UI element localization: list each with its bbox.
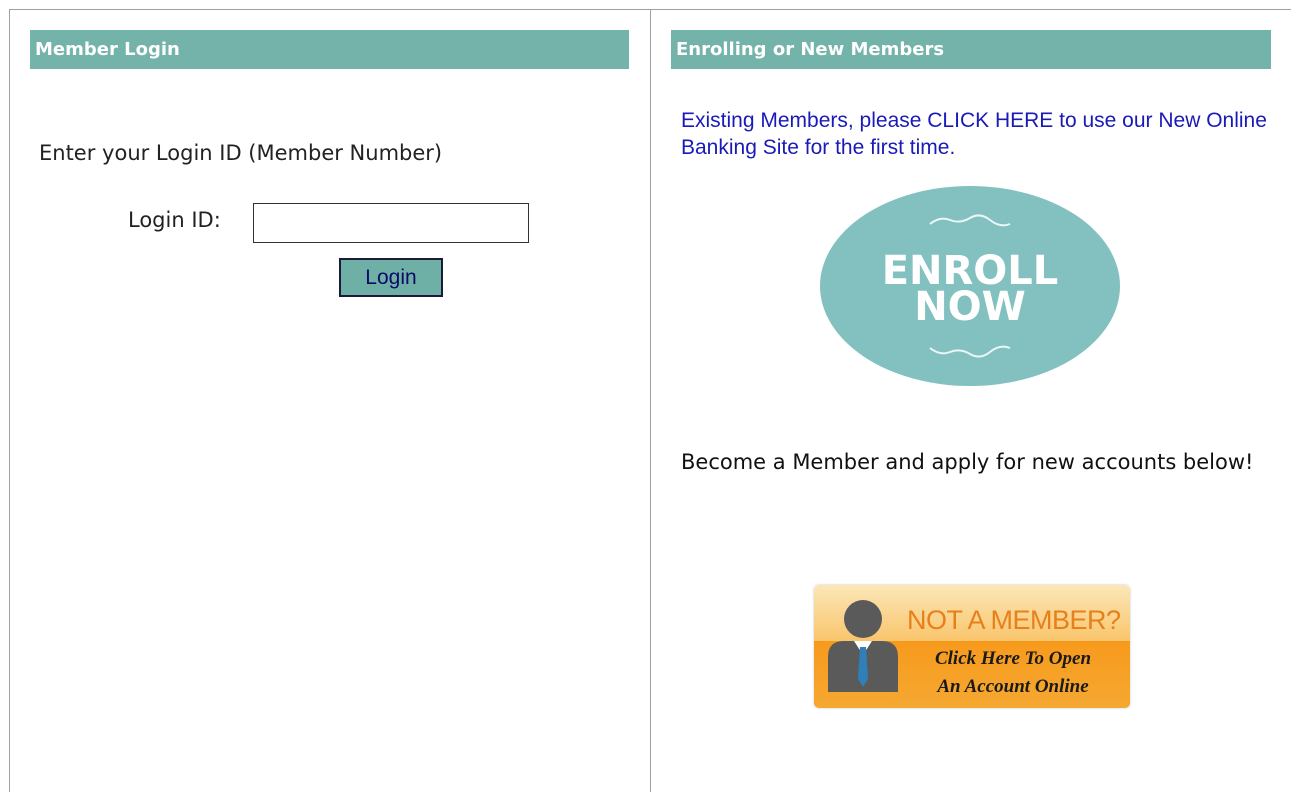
subtitle-line-1: Click Here To Open	[934, 648, 1092, 669]
login-button[interactable]: Login	[339, 258, 443, 297]
now-text: NOW	[914, 284, 1026, 330]
become-member-text: Become a Member and apply for new accoun…	[681, 450, 1254, 474]
login-id-label: Login ID:	[128, 208, 221, 232]
login-instruction: Enter your Login ID (Member Number)	[39, 141, 443, 165]
enrolling-header: Enrolling or New Members	[671, 30, 1271, 69]
enroll-now-graphic: ENROLL NOW	[820, 186, 1120, 386]
not-a-member-button[interactable]: NOT A MEMBER? Click Here To Open An Acco…	[814, 585, 1130, 708]
login-id-input[interactable]	[253, 203, 529, 243]
column-divider	[650, 9, 651, 792]
not-a-member-title: NOT A MEMBER?	[907, 605, 1121, 635]
member-login-header: Member Login	[30, 30, 629, 69]
open-account-subtitle: Click Here To Open An Account Online	[904, 645, 1122, 701]
person-icon	[828, 600, 898, 692]
subtitle-line-2: An Account Online	[937, 676, 1089, 697]
existing-members-link[interactable]: Existing Members, please CLICK HERE to u…	[681, 107, 1271, 161]
enroll-now-button[interactable]: ENROLL NOW	[820, 186, 1120, 386]
